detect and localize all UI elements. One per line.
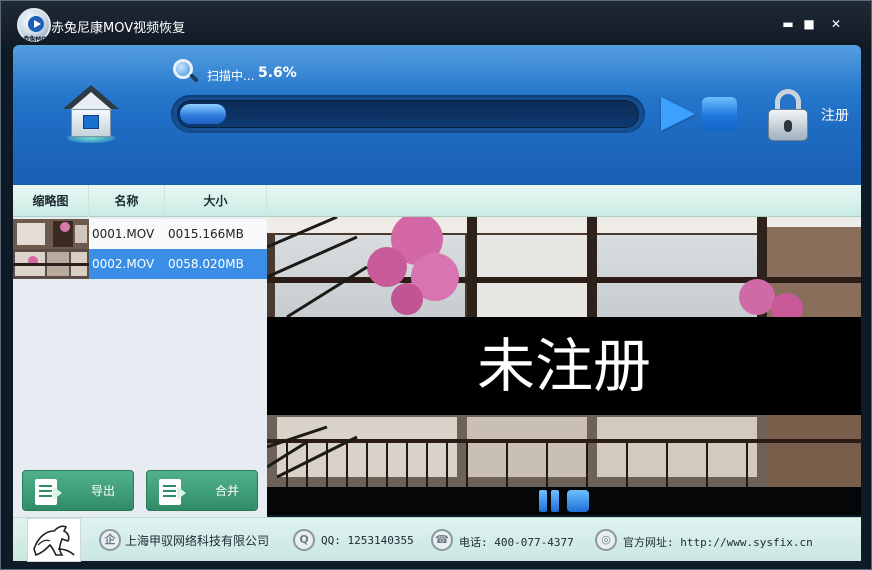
app-logo-icon: 赤兔MOV xyxy=(17,8,51,43)
phone-icon: ☎ xyxy=(431,529,453,551)
phone-number[interactable]: 电话: 400-077-4377 xyxy=(459,534,574,550)
home-door xyxy=(83,115,99,129)
app-logo-text: 赤兔MOV xyxy=(23,36,51,43)
table-row[interactable]: 0001.MOV 0015.166MB xyxy=(13,219,267,249)
scan-percent: 5.6% xyxy=(258,65,297,81)
app-window: 赤兔MOV 赤兔尼康MOV视频恢复 ▬ ■ ✕ 扫描中... 5.6% 注册 缩… xyxy=(0,0,872,570)
search-icon xyxy=(173,59,199,85)
register-link[interactable]: 注册 xyxy=(821,105,849,125)
start-scan-button[interactable] xyxy=(661,97,695,131)
merge-button[interactable]: 合并 xyxy=(146,470,258,511)
export-arrow-icon xyxy=(53,486,62,500)
file-size: 0015.166MB xyxy=(168,227,244,241)
search-handle xyxy=(189,73,199,83)
window-title: 赤兔尼康MOV视频恢复 xyxy=(51,21,186,36)
export-button[interactable]: 导出 xyxy=(22,470,134,511)
qq-icon: Q xyxy=(293,529,315,551)
title-bar[interactable]: 赤兔MOV 赤兔尼康MOV视频恢复 ▬ ■ ✕ xyxy=(1,1,871,45)
file-size: 0058.020MB xyxy=(168,257,244,271)
header-glow xyxy=(13,45,861,95)
pause-bar-left xyxy=(539,490,547,512)
maximize-button[interactable]: ■ xyxy=(800,15,818,33)
thumbnail-image xyxy=(13,219,89,249)
video-thumbnail xyxy=(13,219,89,249)
home-roof-inner xyxy=(70,92,112,110)
company-logo xyxy=(27,518,81,562)
video-preview[interactable]: 未注册 xyxy=(267,217,861,487)
video-thumbnail xyxy=(13,249,89,279)
website-link[interactable]: 官方网址: http://www.sysfix.cn xyxy=(623,534,813,550)
column-size[interactable]: 大小 xyxy=(165,185,267,217)
watermark-banner: 未注册 xyxy=(267,317,861,415)
lock-keyhole xyxy=(784,120,792,132)
thumbnail-image xyxy=(13,249,89,279)
file-name: 0002.MOV xyxy=(92,257,155,271)
globe-icon: ◎ xyxy=(595,529,617,551)
footer-bar: 企 上海甲驭网络科技有限公司 Q QQ: 1253140355 ☎ 电话: 40… xyxy=(13,517,861,562)
header-panel: 扫描中... 5.6% 注册 xyxy=(13,45,861,185)
merge-label: 合并 xyxy=(214,484,239,498)
merge-arrow-icon xyxy=(177,486,186,500)
progress-inner xyxy=(177,100,639,128)
column-thumbnail[interactable]: 缩略图 xyxy=(13,185,89,217)
progress-fill xyxy=(180,104,226,124)
preview-controls xyxy=(267,487,861,515)
play-logo-icon xyxy=(28,16,44,32)
unregistered-watermark: 未注册 xyxy=(476,332,651,400)
export-label: 导出 xyxy=(90,484,115,498)
stop-scan-button[interactable] xyxy=(702,97,737,131)
company-name: 上海甲驭网络科技有限公司 xyxy=(125,534,270,548)
pause-button[interactable] xyxy=(539,490,561,512)
scan-progress-bar xyxy=(171,95,645,133)
lock-icon[interactable] xyxy=(767,89,809,141)
company-icon: 企 xyxy=(99,529,121,551)
horse-logo-icon xyxy=(33,525,75,557)
qq-number[interactable]: QQ: 1253140355 xyxy=(321,534,414,547)
preview-stop-button[interactable] xyxy=(567,490,589,512)
column-name[interactable]: 名称 xyxy=(89,185,165,217)
file-name: 0001.MOV xyxy=(92,227,155,241)
table-row[interactable]: 0002.MOV 0058.020MB xyxy=(13,249,267,279)
pause-bar-right xyxy=(551,490,559,512)
home-button[interactable] xyxy=(61,85,121,143)
close-button[interactable]: ✕ xyxy=(827,15,845,33)
scan-status-label: 扫描中... xyxy=(207,69,255,83)
file-list-header: 缩略图 名称 大小 xyxy=(13,185,861,217)
minimize-button[interactable]: ▬ xyxy=(779,15,797,33)
